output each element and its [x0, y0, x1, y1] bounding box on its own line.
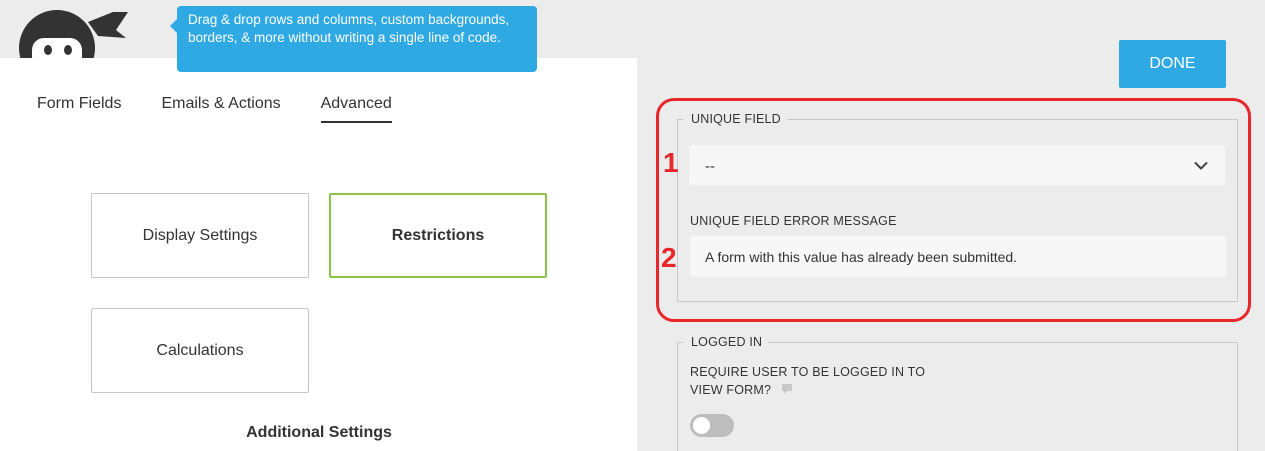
additional-settings-heading: Additional Settings	[246, 424, 392, 441]
calculations-card[interactable]: Calculations	[91, 308, 309, 393]
logged-in-legend: LOGGED IN	[683, 335, 769, 349]
display-settings-card[interactable]: Display Settings	[91, 193, 309, 278]
toggle-knob	[693, 417, 710, 434]
help-bubble-icon[interactable]	[781, 382, 793, 400]
require-login-label-line1: REQUIRE USER TO BE LOGGED IN TO	[690, 365, 926, 379]
ninja-logo-icon	[18, 0, 128, 58]
promo-tooltip: Drag & drop rows and columns, custom bac…	[170, 6, 537, 72]
annotation-number-1: 1	[663, 147, 679, 178]
tab-advanced[interactable]: Advanced	[320, 94, 392, 123]
restrictions-card[interactable]: Restrictions	[329, 193, 547, 278]
builder-tabs: Form Fields Emails & Actions Advanced	[37, 94, 432, 123]
calculations-label: Calculations	[156, 341, 244, 359]
tab-form-fields[interactable]: Form Fields	[37, 94, 121, 123]
require-login-toggle[interactable]	[690, 414, 734, 437]
annotation-highlight-box	[656, 98, 1251, 322]
require-login-label-line2: VIEW FORM?	[690, 383, 772, 397]
annotation-number-2: 2	[661, 242, 677, 273]
done-button[interactable]: DONE	[1119, 40, 1226, 88]
require-login-label: REQUIRE USER TO BE LOGGED IN TO VIEW FOR…	[690, 363, 930, 400]
tooltip-text: Drag & drop rows and columns, custom bac…	[188, 12, 510, 45]
display-settings-label: Display Settings	[142, 226, 258, 244]
restrictions-label: Restrictions	[391, 226, 485, 244]
tab-emails-actions[interactable]: Emails & Actions	[161, 94, 280, 123]
